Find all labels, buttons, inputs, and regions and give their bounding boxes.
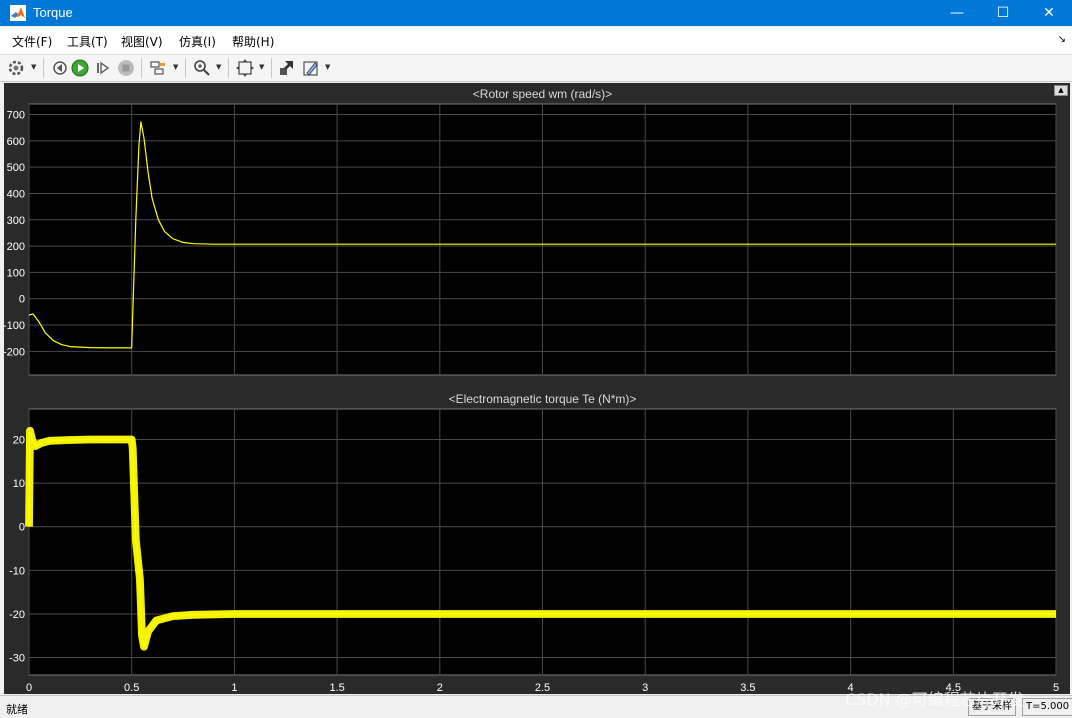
sim-time-indicator: T=5.000 [1022, 698, 1072, 716]
x-tick-label: 0 [26, 682, 32, 694]
settings-dropdown-icon[interactable]: ▼ [31, 63, 36, 71]
x-tick-label: 2 [437, 682, 443, 694]
toolbar-separator [271, 58, 272, 78]
toolbar-separator [185, 58, 186, 78]
minimize-button[interactable]: — [934, 0, 980, 26]
maximize-button[interactable]: ☐ [980, 0, 1026, 26]
y-tick-label: 10 [13, 478, 25, 490]
y-tick-label: 400 [7, 188, 25, 200]
menu-bar: 文件(F) 工具(T) 视图(V) 仿真(I) 帮助(H) ↘ [0, 27, 1072, 55]
y-tick-label: 0 [19, 522, 25, 534]
menu-file[interactable]: 文件(F) [12, 33, 52, 50]
y-tick-label: 20 [13, 435, 25, 447]
y-tick-label: 700 [7, 110, 25, 122]
x-tick-label: 3.5 [740, 682, 755, 694]
y-tick-label: -100 [4, 320, 25, 332]
step-back-icon[interactable] [49, 58, 69, 78]
status-text: 就绪 [6, 703, 28, 716]
toolbar-separator [228, 58, 229, 78]
y-tick-label: 600 [7, 136, 25, 148]
y-tick-label: -20 [9, 609, 25, 621]
x-tick-label: 0.5 [124, 682, 139, 694]
watermark-text: CSDN @可编程芯片开发 [845, 690, 1024, 709]
title-bar: Torque — ☐ ✕ [0, 0, 1072, 26]
y-tick-label: 500 [7, 162, 25, 174]
menu-corner-icon[interactable]: ↘ [1058, 34, 1066, 45]
scope-figure: ▲ <Rotor speed wm (rad/s)> -200 -100 0 100 20… [3, 83, 1070, 694]
y-tick-label: 100 [7, 267, 25, 279]
x-tick-label: 3 [642, 682, 648, 694]
x-tick-label: 1 [231, 682, 237, 694]
menu-tools[interactable]: 工具(T) [67, 33, 108, 50]
highlight-icon[interactable] [277, 58, 297, 78]
x-tick-label: 1.5 [329, 682, 344, 694]
y-tick-label: 0 [19, 294, 25, 306]
window-title: Torque [33, 5, 73, 20]
scope-plots: <Rotor speed wm (rad/s)>-200-10001002003… [3, 87, 1059, 694]
fit-view-dropdown-icon[interactable]: ▼ [259, 63, 264, 71]
x-tick-label: 5 [1053, 682, 1059, 694]
close-button[interactable]: ✕ [1026, 0, 1072, 26]
toolbar: ▼ ▼ ▼ ▼ ▼ [0, 55, 1072, 82]
menu-view[interactable]: 视图(V) [121, 33, 163, 50]
stop-icon[interactable] [116, 58, 136, 78]
axes-title: <Rotor speed wm (rad/s)> [473, 87, 612, 101]
style-dropdown-icon[interactable]: ▼ [325, 63, 330, 71]
y-tick-label: -30 [9, 653, 25, 665]
matlab-logo-icon [10, 5, 26, 21]
undock-icon[interactable]: ▲ [1054, 85, 1068, 96]
y-tick-label: 200 [7, 241, 25, 253]
y-tick-label: 300 [7, 215, 25, 227]
signal-select-dropdown-icon[interactable]: ▼ [173, 63, 178, 71]
axes-title: <Electromagnetic torque Te (N*m)> [449, 392, 637, 406]
step-forward-icon[interactable] [93, 58, 113, 78]
x-tick-label: 2.5 [535, 682, 550, 694]
toolbar-separator [141, 58, 142, 78]
zoom-dropdown-icon[interactable]: ▼ [216, 63, 221, 71]
fit-view-icon[interactable] [235, 58, 255, 78]
menu-help[interactable]: 帮助(H) [232, 33, 274, 50]
run-icon[interactable] [70, 58, 90, 78]
menu-simulation[interactable]: 仿真(I) [179, 33, 216, 50]
signal-select-icon[interactable] [148, 58, 168, 78]
y-tick-label: -10 [9, 565, 25, 577]
y-tick-label: -200 [4, 346, 25, 358]
settings-icon[interactable] [6, 58, 26, 78]
zoom-icon[interactable] [192, 58, 212, 78]
toolbar-separator [43, 58, 44, 78]
style-icon[interactable] [301, 58, 321, 78]
